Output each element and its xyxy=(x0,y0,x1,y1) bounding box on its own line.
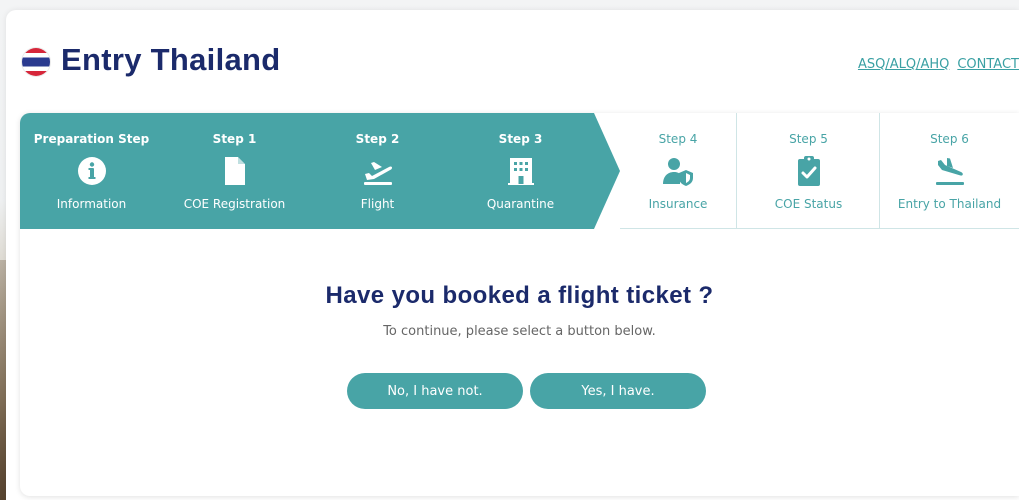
asq-link[interactable]: ASQ/ALQ/AHQ xyxy=(858,57,949,72)
step-5-coe-status[interactable]: Step 5 COE Status xyxy=(737,113,880,229)
step-number: Step 6 xyxy=(930,132,969,146)
instruction-text: To continue, please select a button belo… xyxy=(383,324,656,339)
step-progress-bar: Preparation Step Information Step 1 COE … xyxy=(20,113,1019,229)
step-preparation[interactable]: Preparation Step Information xyxy=(20,113,163,229)
info-circle-icon xyxy=(77,157,106,185)
step-label: COE Registration xyxy=(183,197,286,211)
plane-takeoff-icon xyxy=(363,162,392,185)
no-flight-button[interactable]: No, I have not. xyxy=(347,373,523,409)
main-card: Preparation Step Information Step 1 COE … xyxy=(20,113,1019,496)
question-heading: Have you booked a flight ticket ? xyxy=(325,282,714,309)
step-label: Quarantine xyxy=(486,197,555,211)
document-icon xyxy=(224,157,245,185)
step-1-coe-registration[interactable]: Step 1 COE Registration xyxy=(163,113,306,229)
top-links: ASQ/ALQ/AHQ CONTACT xyxy=(850,57,1019,72)
header: Entry Thailand ASQ/ALQ/AHQ CONTACT xyxy=(6,10,1019,110)
step-2-flight[interactable]: Step 2 Flight xyxy=(306,113,449,229)
question-panel: Have you booked a flight ticket ? To con… xyxy=(20,229,1019,496)
step-number: Step 3 xyxy=(498,132,543,146)
step-3-quarantine[interactable]: Step 3 Quarantine xyxy=(449,113,592,229)
step-label: COE Status xyxy=(774,197,843,211)
step-label: Flight xyxy=(360,197,395,211)
plane-landing-icon xyxy=(935,158,964,185)
page: Entry Thailand ASQ/ALQ/AHQ CONTACT Prepar… xyxy=(6,10,1019,500)
step-number: Preparation Step xyxy=(33,132,150,146)
step-number: Step 5 xyxy=(789,132,828,146)
step-number: Step 2 xyxy=(355,132,400,146)
contact-link[interactable]: CONTACT xyxy=(957,57,1019,72)
step-label: Insurance xyxy=(648,197,708,211)
step-6-entry-to-thailand[interactable]: Step 6 Entry to Thailand xyxy=(880,113,1019,229)
step-4-insurance[interactable]: Step 4 Insurance xyxy=(620,113,736,229)
user-shield-icon xyxy=(663,158,693,186)
thailand-flag-icon xyxy=(22,48,50,76)
step-number: Step 4 xyxy=(658,132,698,146)
step-label: Entry to Thailand xyxy=(897,197,1002,211)
step-label: Information xyxy=(56,197,127,211)
step-number: Step 1 xyxy=(212,132,257,146)
brand-title[interactable]: Entry Thailand xyxy=(61,42,281,78)
yes-flight-button[interactable]: Yes, I have. xyxy=(530,373,706,409)
clipboard-check-icon xyxy=(797,156,820,186)
hotel-building-icon xyxy=(507,158,534,185)
